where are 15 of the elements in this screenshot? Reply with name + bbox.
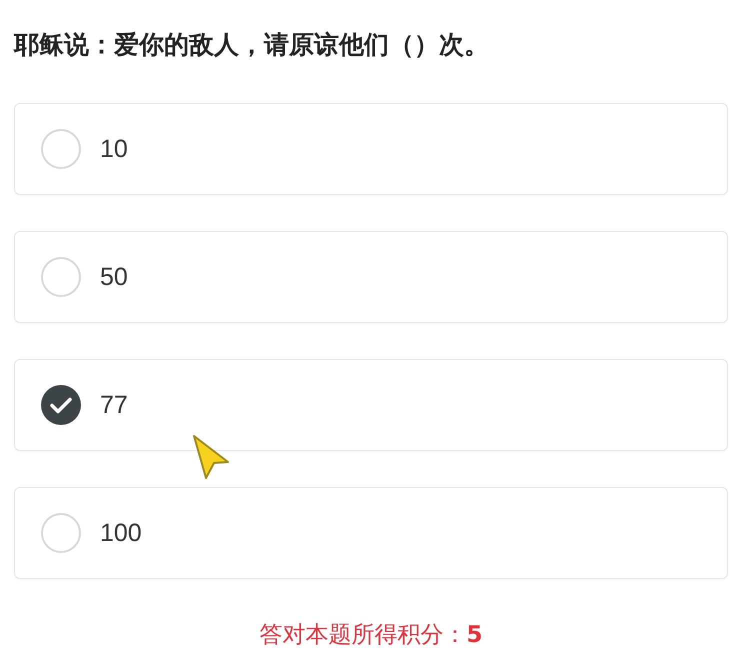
option-label: 50 xyxy=(100,262,128,292)
score-note: 答对本题所得积分：5 xyxy=(259,621,482,650)
answer-option[interactable]: 100 xyxy=(14,487,728,579)
option-label: 77 xyxy=(100,390,128,420)
radio-button[interactable] xyxy=(41,129,81,169)
radio-button[interactable] xyxy=(41,257,81,297)
radio-button[interactable] xyxy=(41,385,81,425)
answer-option[interactable]: 10 xyxy=(14,103,728,195)
option-label: 100 xyxy=(100,518,142,548)
answer-option[interactable]: 50 xyxy=(14,231,728,323)
answer-option[interactable]: 77 xyxy=(14,359,728,451)
radio-button[interactable] xyxy=(41,513,81,553)
option-label: 10 xyxy=(100,134,128,164)
cursor-icon xyxy=(192,434,230,480)
question-text: 耶稣说：爱你的敌人，请原谅他们（）次。 xyxy=(14,29,490,61)
